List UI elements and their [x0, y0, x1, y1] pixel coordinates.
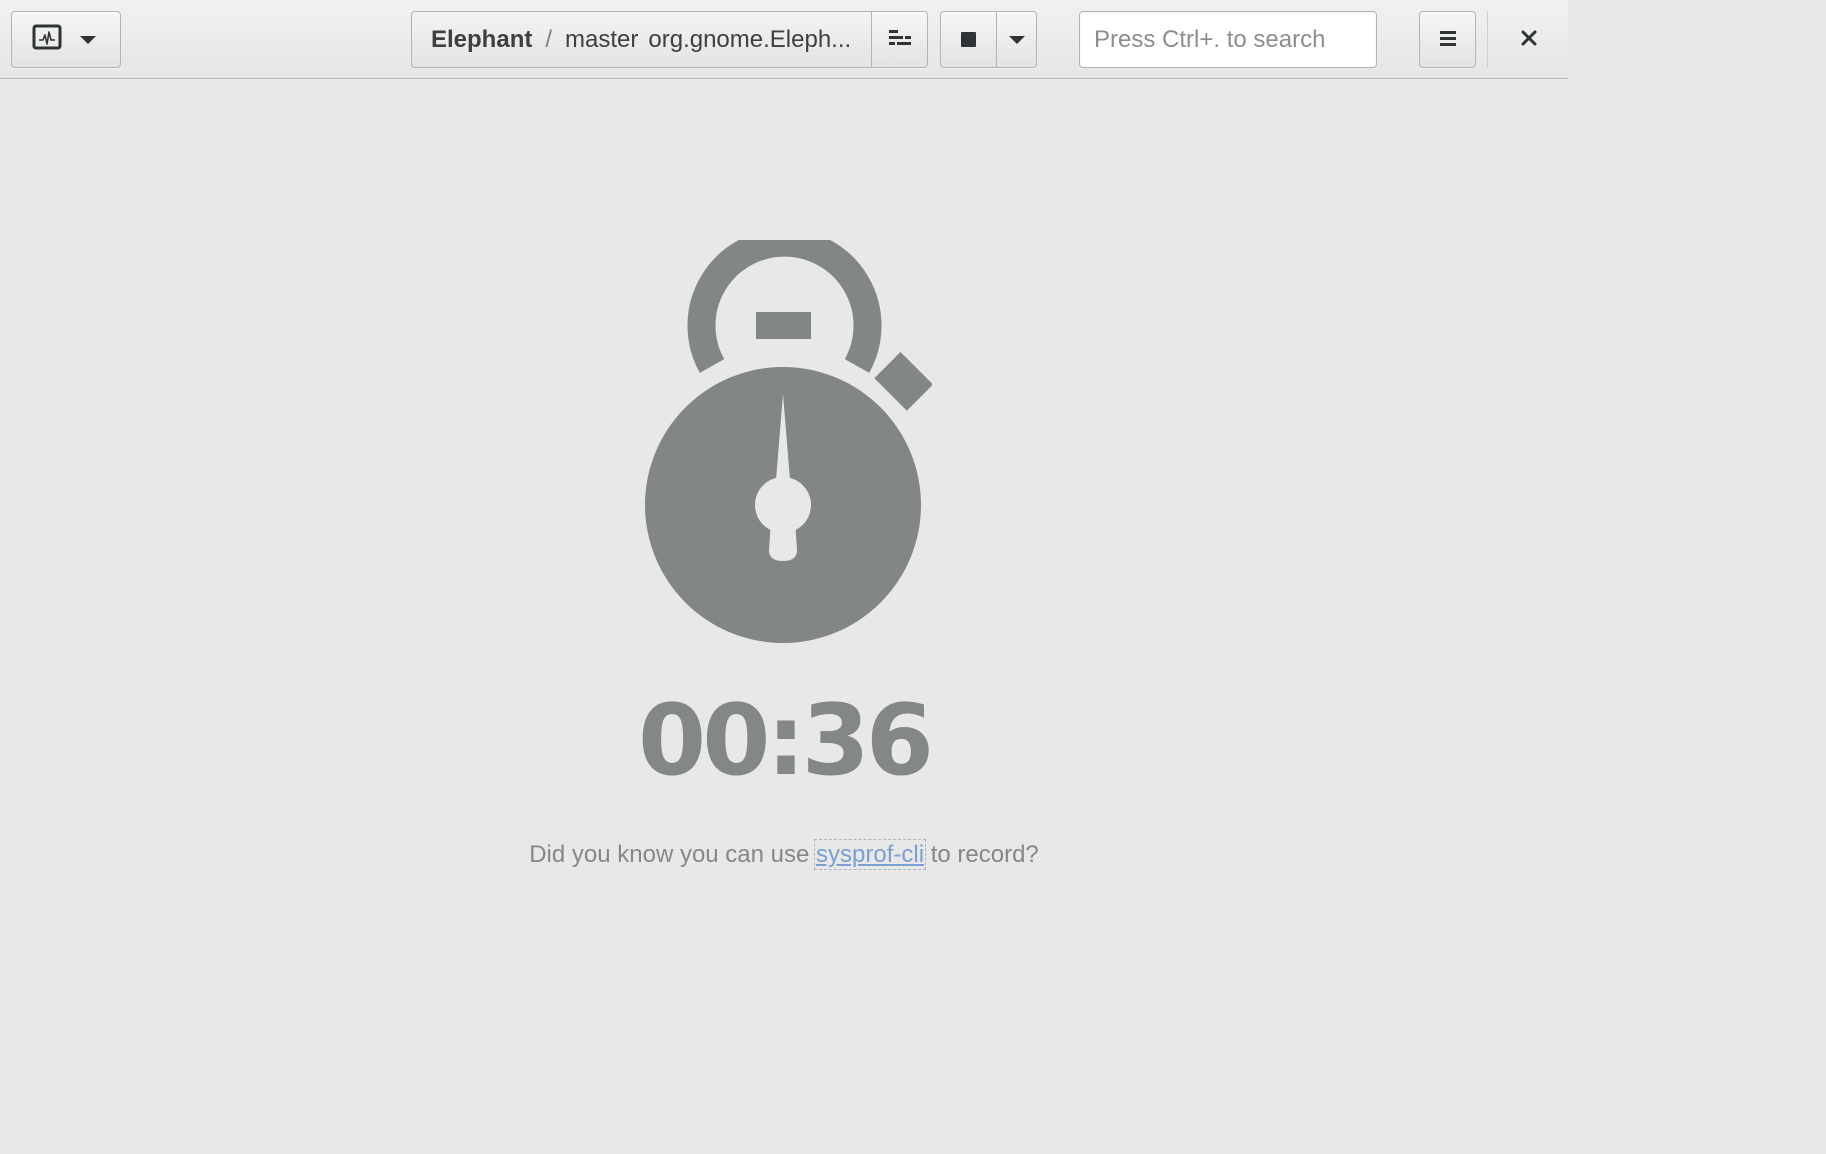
activity-monitor-icon — [32, 24, 62, 56]
record-group — [940, 11, 1037, 68]
record-options-button[interactable] — [997, 11, 1037, 68]
stop-icon — [961, 32, 976, 47]
tip-text: Did you know you can use sysprof-cli to … — [0, 839, 1568, 870]
process-list-button[interactable] — [871, 11, 928, 68]
chevron-down-icon — [80, 35, 96, 44]
app-id: org.gnome.Eleph... — [648, 25, 852, 53]
main-menu-button[interactable] — [1419, 11, 1476, 68]
branch-name: master — [565, 25, 639, 53]
profiler-menu-button[interactable] — [11, 11, 121, 68]
project-name: Elephant — [431, 25, 533, 53]
sysprof-cli-link[interactable]: sysprof-cli — [814, 839, 927, 870]
hamburger-menu-icon — [1438, 28, 1458, 52]
close-icon — [1520, 29, 1538, 51]
stop-recording-button[interactable] — [940, 11, 997, 68]
process-list-icon — [888, 28, 912, 52]
chevron-down-icon — [1008, 35, 1025, 44]
tip-prefix: Did you know you can use — [529, 841, 817, 868]
tip-suffix: to record? — [924, 841, 1039, 868]
header-bar: Elephant / master org.gnome.Eleph... — [0, 0, 1568, 79]
title-group: Elephant / master org.gnome.Eleph... — [411, 11, 928, 68]
close-button[interactable] — [1500, 11, 1557, 68]
recording-view: 00:36 Did you know you can use sysprof-c… — [0, 80, 1568, 992]
window-title: Elephant / master org.gnome.Eleph... — [411, 11, 872, 68]
sysprof-window: Elephant / master org.gnome.Eleph... Pre… — [0, 0, 1568, 992]
stopwatch-icon — [640, 228, 933, 652]
search-input[interactable] — [1079, 11, 1377, 68]
elapsed-time: 00:36 — [638, 684, 934, 798]
title-separator: / — [545, 25, 553, 53]
header-separator — [1487, 11, 1488, 68]
